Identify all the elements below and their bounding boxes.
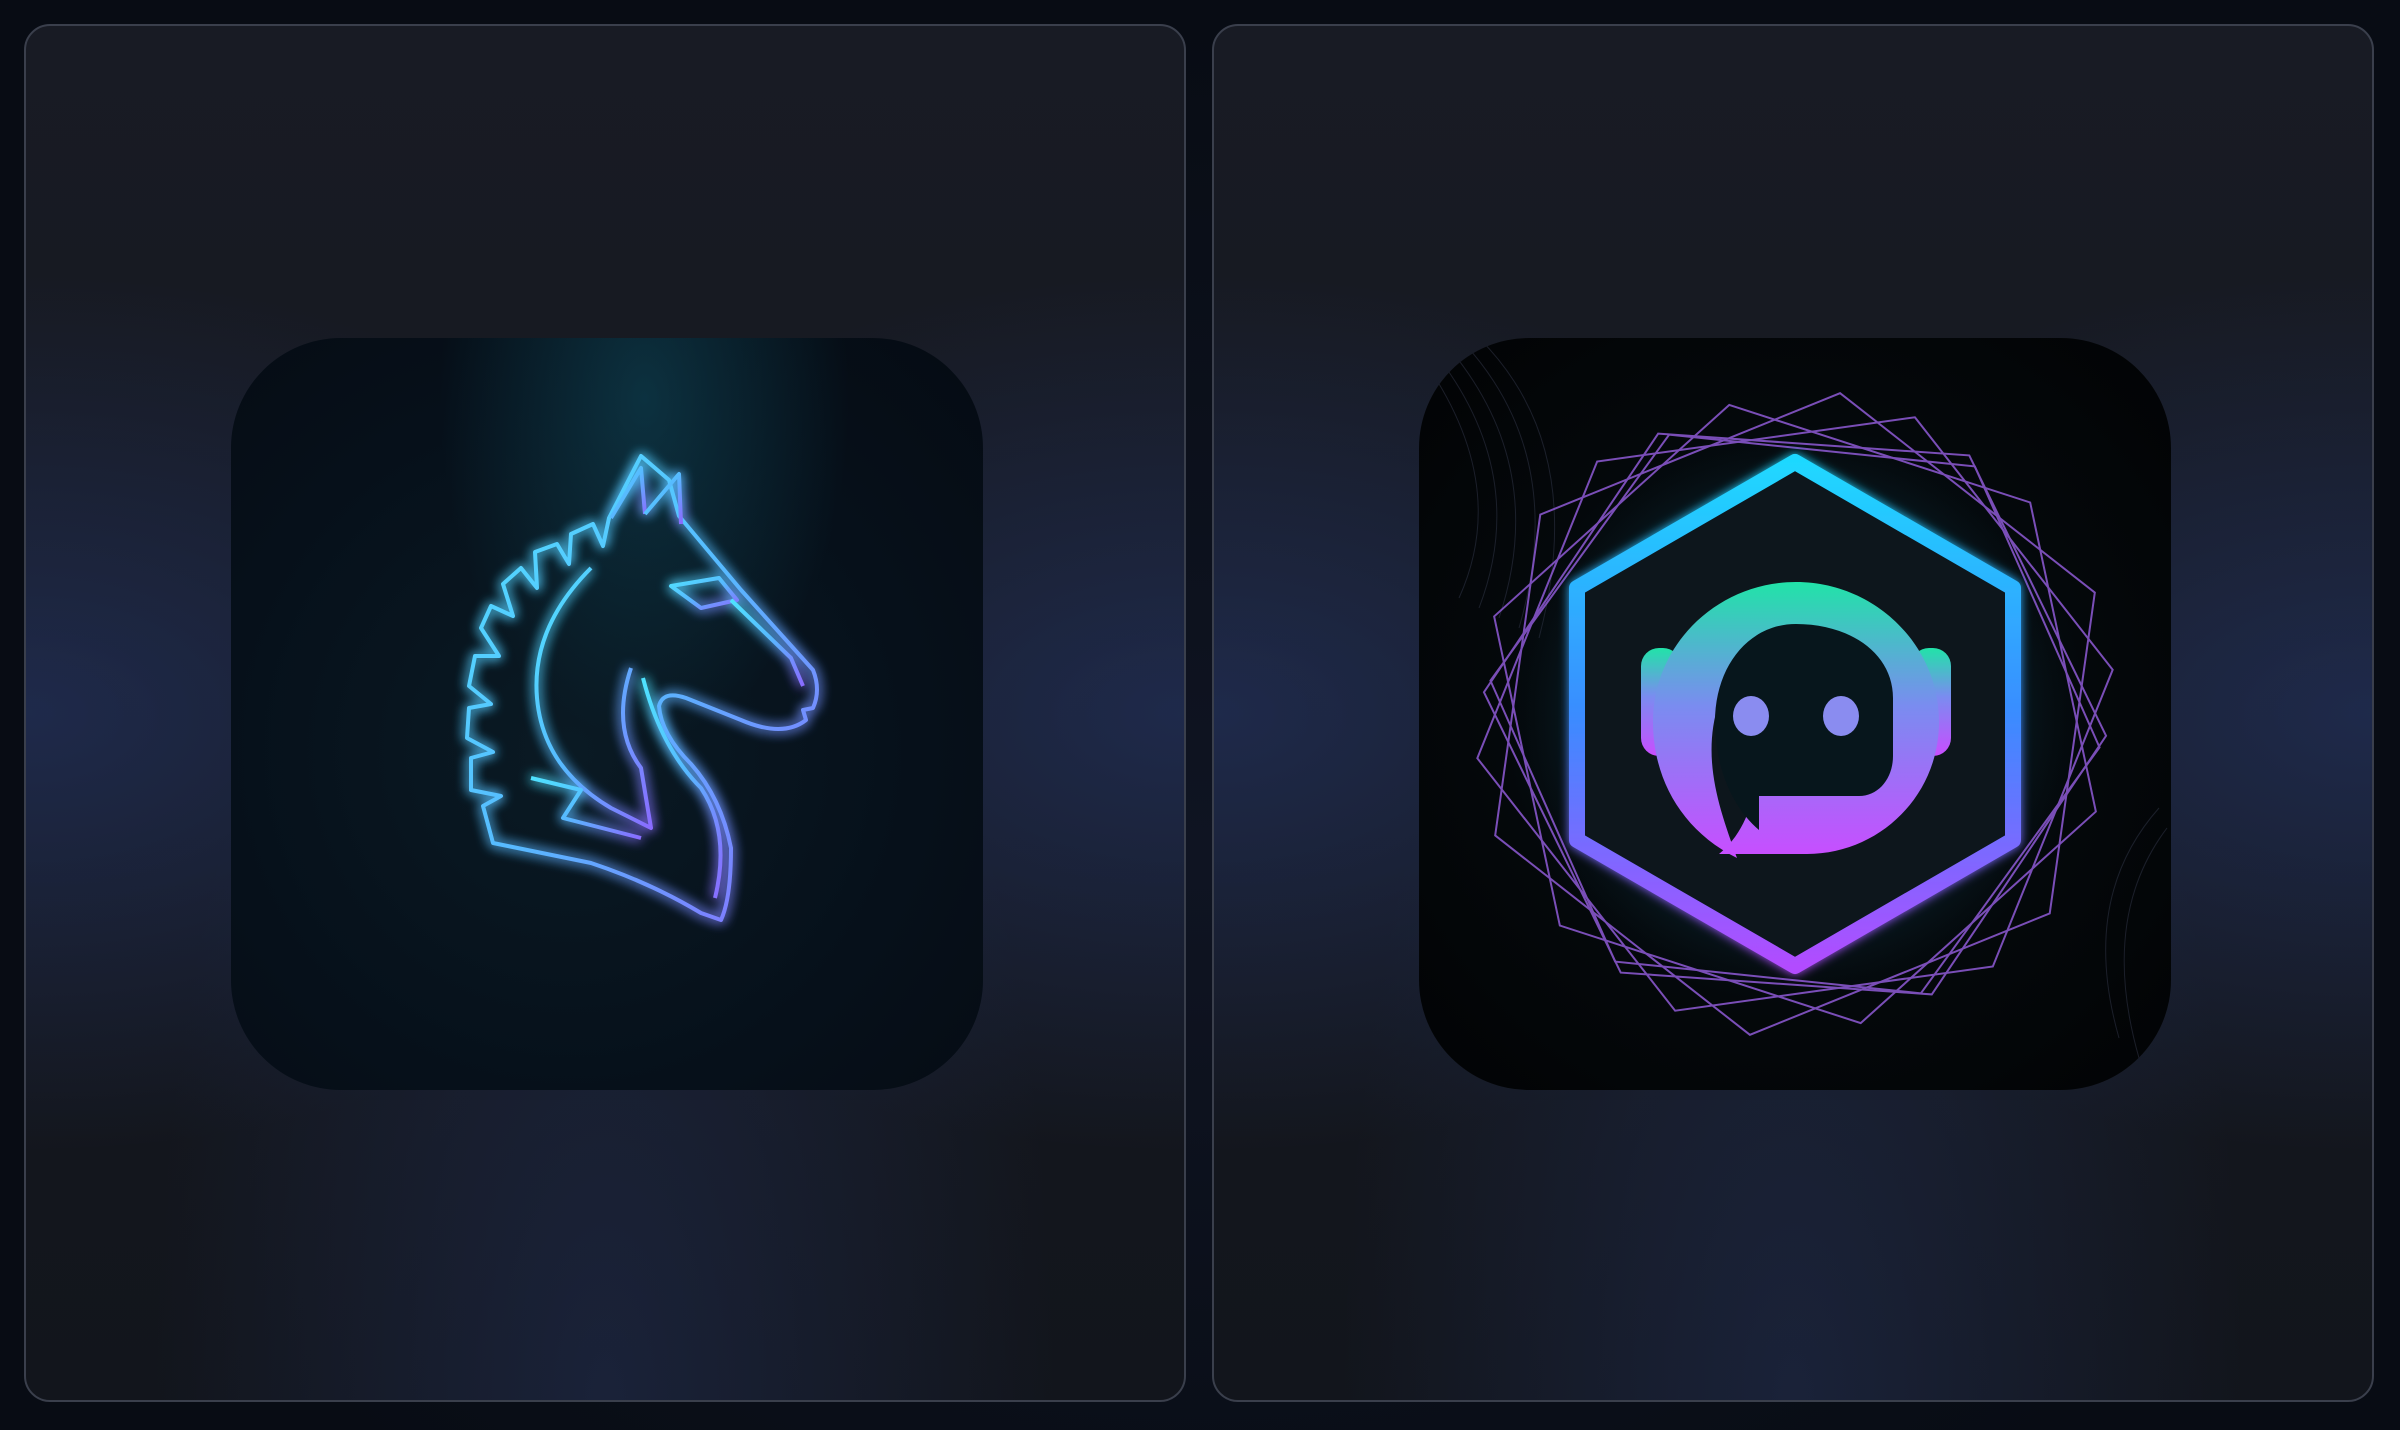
horse-head-icon: [465, 454, 819, 922]
robot-logo-tile[interactable]: [1419, 338, 2171, 1090]
app-canvas: [0, 0, 2400, 1430]
robot-hexagon-icon: [1428, 338, 2168, 1059]
logo-card-robot[interactable]: [1212, 24, 2374, 1402]
logo-card-horse[interactable]: [24, 24, 1186, 1402]
horse-logo-tile[interactable]: [231, 338, 983, 1090]
